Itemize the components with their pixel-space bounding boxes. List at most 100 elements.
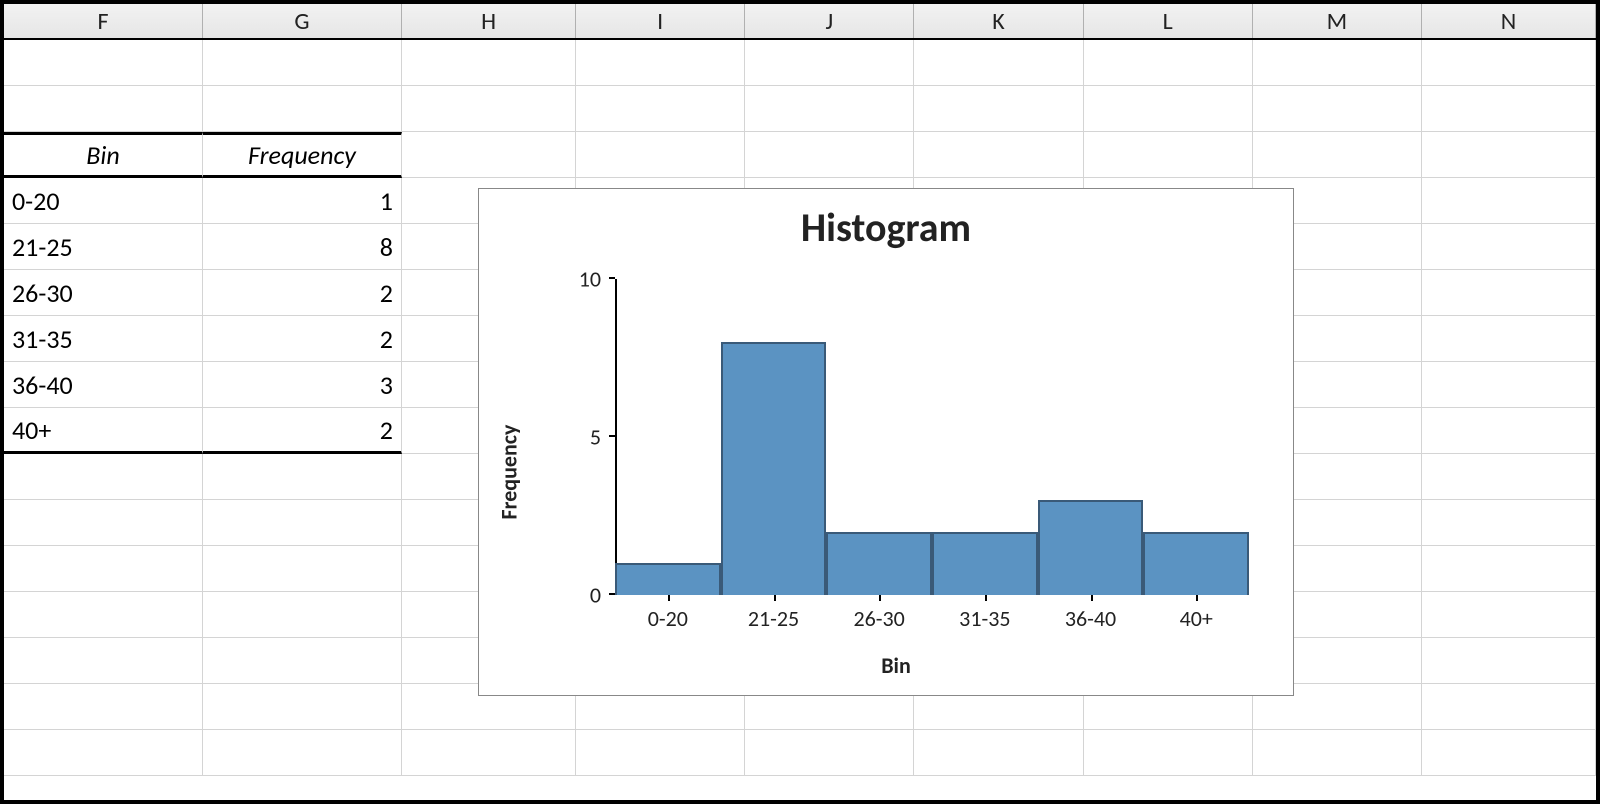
spreadsheet-window: F G H I J K L M N <box>0 0 1600 804</box>
cell-N1[interactable] <box>1422 40 1596 86</box>
bar <box>615 563 721 595</box>
cell-M3[interactable] <box>1253 132 1422 178</box>
cell[interactable] <box>745 730 914 776</box>
cell[interactable] <box>203 500 402 546</box>
cell[interactable] <box>4 500 203 546</box>
y-axis-label: Frequency <box>496 425 523 520</box>
cell[interactable] <box>203 730 402 776</box>
cell[interactable] <box>203 546 402 592</box>
cell[interactable] <box>1084 730 1253 776</box>
table-row[interactable]: 36-40 <box>4 362 203 408</box>
table-row[interactable]: 1 <box>203 178 402 224</box>
cell[interactable] <box>1422 546 1596 592</box>
cell-G1[interactable] <box>203 40 402 86</box>
bar <box>826 532 932 595</box>
cell[interactable] <box>4 454 203 500</box>
table-row[interactable]: 3 <box>203 362 402 408</box>
cell[interactable] <box>914 730 1083 776</box>
col-header-F[interactable]: F <box>4 4 203 38</box>
col-header-G[interactable]: G <box>203 4 402 38</box>
plot: 0 5 10 0-2021-2526-3031-3536-4040+ <box>615 279 1249 595</box>
col-header-H[interactable]: H <box>402 4 576 38</box>
cell-F2[interactable] <box>4 86 203 132</box>
x-tick-label: 40+ <box>1143 595 1249 635</box>
cell[interactable] <box>203 454 402 500</box>
x-tick-labels: 0-2021-2526-3031-3536-4040+ <box>615 595 1249 635</box>
cell-M1[interactable] <box>1253 40 1422 86</box>
cell-J2[interactable] <box>745 86 914 132</box>
cell[interactable] <box>1422 500 1596 546</box>
cell[interactable] <box>4 638 203 684</box>
cell[interactable] <box>576 730 745 776</box>
col-header-M[interactable]: M <box>1253 4 1422 38</box>
cell-N9[interactable] <box>1422 408 1596 454</box>
table-row[interactable]: 21-25 <box>4 224 203 270</box>
cell-J1[interactable] <box>745 40 914 86</box>
table-row[interactable]: 2 <box>203 270 402 316</box>
bar <box>1038 500 1144 595</box>
cell[interactable] <box>1422 730 1596 776</box>
cell[interactable] <box>402 730 576 776</box>
cell-I1[interactable] <box>576 40 745 86</box>
cell-N3[interactable] <box>1422 132 1596 178</box>
cell-K2[interactable] <box>914 86 1083 132</box>
cell-F1[interactable] <box>4 40 203 86</box>
cell-K3[interactable] <box>914 132 1083 178</box>
table-header-frequency[interactable]: Frequency <box>203 132 402 178</box>
y-tick-label: 0 <box>590 582 601 609</box>
cell[interactable] <box>1253 730 1422 776</box>
y-tick-label: 5 <box>590 424 601 451</box>
x-axis-label: Bin <box>881 652 911 679</box>
cell-H2[interactable] <box>402 86 576 132</box>
y-tick-label: 10 <box>579 266 601 293</box>
cell-I3[interactable] <box>576 132 745 178</box>
cell-N6[interactable] <box>1422 270 1596 316</box>
table-row[interactable]: 31-35 <box>4 316 203 362</box>
histogram-chart[interactable]: Histogram Frequency Bin 0 5 10 0-2021-25… <box>478 188 1294 696</box>
cell[interactable] <box>4 730 203 776</box>
table-header-bin[interactable]: Bin <box>4 132 203 178</box>
cell-K1[interactable] <box>914 40 1083 86</box>
bars <box>615 279 1249 595</box>
col-header-N[interactable]: N <box>1422 4 1596 38</box>
cell[interactable] <box>4 592 203 638</box>
cell-L3[interactable] <box>1084 132 1253 178</box>
cell[interactable] <box>1422 592 1596 638</box>
cell-G2[interactable] <box>203 86 402 132</box>
bar <box>932 532 1038 595</box>
table-row[interactable]: 26-30 <box>4 270 203 316</box>
cell[interactable] <box>1422 638 1596 684</box>
cell[interactable] <box>4 684 203 730</box>
cell[interactable] <box>203 684 402 730</box>
table-row[interactable]: 0-20 <box>4 178 203 224</box>
cell[interactable] <box>1422 684 1596 730</box>
cell-H3[interactable] <box>402 132 576 178</box>
col-header-L[interactable]: L <box>1084 4 1253 38</box>
cell-I2[interactable] <box>576 86 745 132</box>
bar <box>721 342 827 595</box>
col-header-I[interactable]: I <box>576 4 745 38</box>
cell-J3[interactable] <box>745 132 914 178</box>
x-tick-mark <box>1196 595 1198 601</box>
x-tick-mark <box>879 595 881 601</box>
cell-L2[interactable] <box>1084 86 1253 132</box>
cell[interactable] <box>203 592 402 638</box>
cell-L1[interactable] <box>1084 40 1253 86</box>
cell[interactable] <box>203 638 402 684</box>
cell-M2[interactable] <box>1253 86 1422 132</box>
cell-N2[interactable] <box>1422 86 1596 132</box>
cell-N5[interactable] <box>1422 224 1596 270</box>
col-header-K[interactable]: K <box>914 4 1083 38</box>
cell-N8[interactable] <box>1422 362 1596 408</box>
cell[interactable] <box>1422 454 1596 500</box>
col-header-J[interactable]: J <box>745 4 914 38</box>
cell[interactable] <box>4 546 203 592</box>
table-row[interactable]: 2 <box>203 316 402 362</box>
chart-plot-area: Frequency Bin 0 5 10 0-2021-2526-3031-35… <box>519 269 1273 675</box>
cell-N4[interactable] <box>1422 178 1596 224</box>
table-row[interactable]: 8 <box>203 224 402 270</box>
cell-N7[interactable] <box>1422 316 1596 362</box>
table-row[interactable]: 2 <box>203 408 402 454</box>
table-row[interactable]: 40+ <box>4 408 203 454</box>
cell-H1[interactable] <box>402 40 576 86</box>
